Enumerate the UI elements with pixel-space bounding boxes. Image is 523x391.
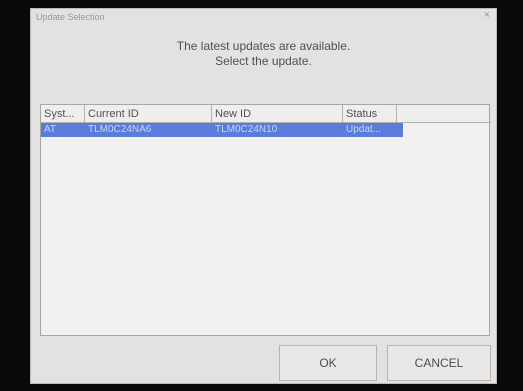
list-header: Syst... Current ID New ID Status (41, 105, 491, 123)
cancel-button[interactable]: CANCEL (387, 345, 491, 381)
ok-button[interactable]: OK (279, 345, 377, 381)
close-icon[interactable]: × (484, 9, 490, 21)
cell-current-id: TLM0C24NA6 (88, 124, 152, 135)
message-line-2: Select the update. (215, 54, 312, 68)
message-line-1: The latest updates are available. (176, 39, 351, 53)
column-header-new-id[interactable]: New ID (212, 105, 343, 123)
update-message: The latest updates are available. Select… (31, 39, 496, 69)
update-list[interactable]: Syst... Current ID New ID Status AT TLM0… (40, 104, 491, 336)
dialog-title: Update Selection (36, 12, 105, 22)
update-selection-dialog: Update Selection × The latest updates ar… (30, 8, 497, 384)
column-header-system[interactable]: Syst... (41, 105, 85, 123)
column-header-filler (397, 105, 491, 123)
cell-status: Updat... (346, 124, 382, 135)
column-header-current-id[interactable]: Current ID (85, 105, 212, 123)
cell-system: AT (44, 124, 57, 135)
cell-new-id: TLM0C24N10 (215, 124, 278, 135)
column-header-status[interactable]: Status (343, 105, 397, 123)
table-row[interactable]: AT TLM0C24NA6 TLM0C24N10 Updat... (41, 123, 403, 137)
